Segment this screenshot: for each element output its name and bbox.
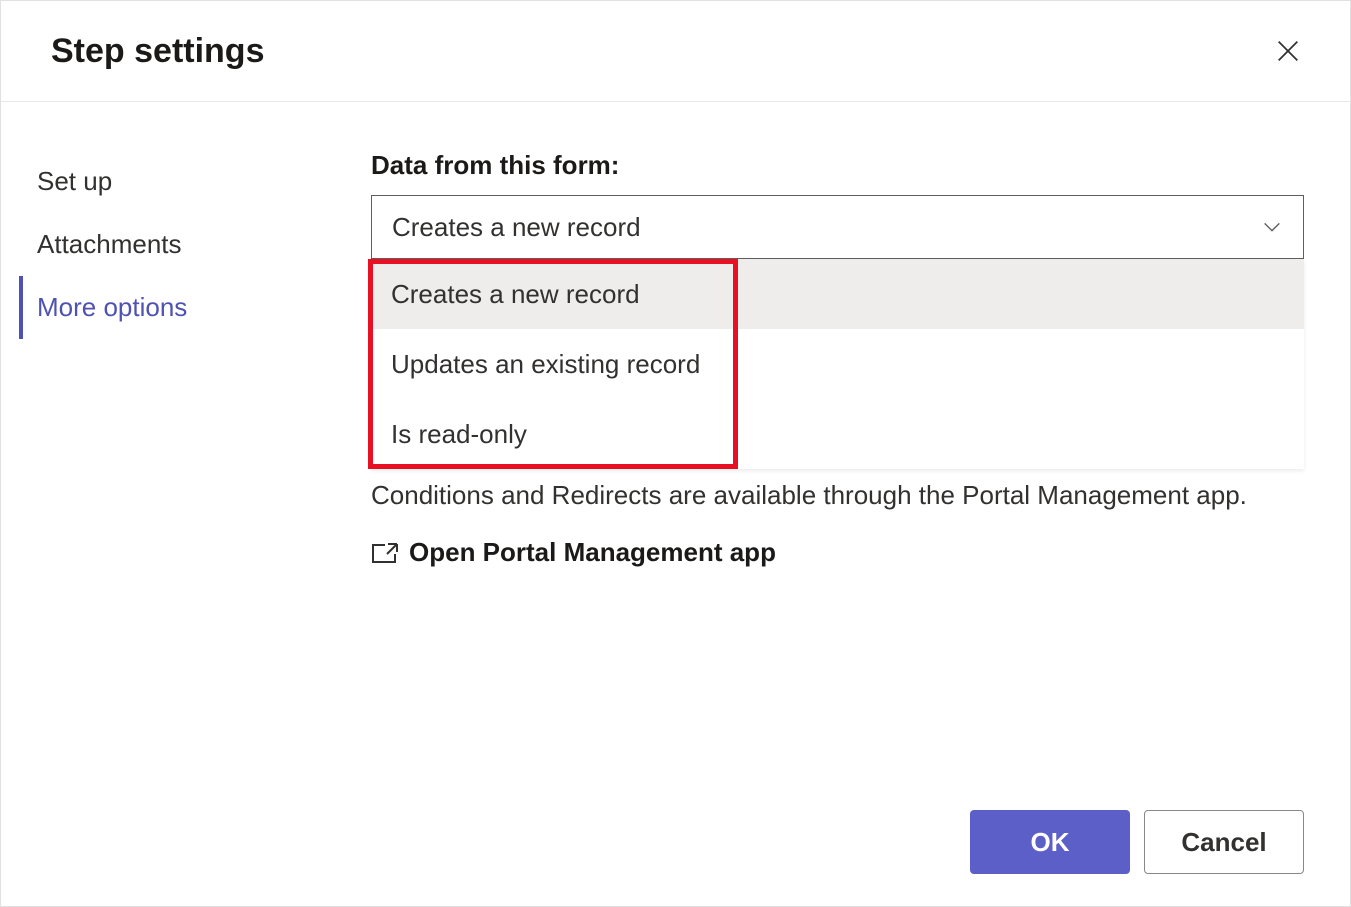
close-button[interactable] xyxy=(1266,29,1310,73)
sidebar: Set up Attachments More options xyxy=(1,150,371,906)
cancel-button[interactable]: Cancel xyxy=(1144,810,1304,874)
step-settings-dialog: Step settings Set up Attachments More op… xyxy=(0,0,1351,907)
data-form-label: Data from this form: xyxy=(371,150,1304,181)
external-link-icon xyxy=(371,542,399,564)
ok-button[interactable]: OK xyxy=(970,810,1130,874)
dialog-footer: OK Cancel xyxy=(970,810,1304,874)
sidebar-item-attachments[interactable]: Attachments xyxy=(19,213,371,276)
data-form-select[interactable]: Creates a new record xyxy=(371,195,1304,259)
select-value: Creates a new record xyxy=(392,212,641,243)
dropdown-option-update[interactable]: Updates an existing record xyxy=(371,329,1304,399)
dialog-body: Set up Attachments More options Data fro… xyxy=(1,102,1350,906)
open-portal-link[interactable]: Open Portal Management app xyxy=(371,537,1304,568)
close-icon xyxy=(1274,37,1302,65)
dropdown-option-create[interactable]: Creates a new record xyxy=(371,259,1304,329)
dialog-title: Step settings xyxy=(51,32,264,71)
dialog-header: Step settings xyxy=(1,1,1350,102)
sidebar-item-more-options[interactable]: More options xyxy=(19,276,371,339)
chevron-down-icon xyxy=(1261,216,1283,238)
dropdown-option-readonly[interactable]: Is read-only xyxy=(371,399,1304,469)
dropdown-list: Creates a new record Updates an existing… xyxy=(371,259,1304,469)
description-text: Conditions and Redirects are available t… xyxy=(371,477,1304,513)
content-area: Data from this form: Creates a new recor… xyxy=(371,150,1350,906)
external-link-label: Open Portal Management app xyxy=(409,537,776,568)
sidebar-item-setup[interactable]: Set up xyxy=(19,150,371,213)
